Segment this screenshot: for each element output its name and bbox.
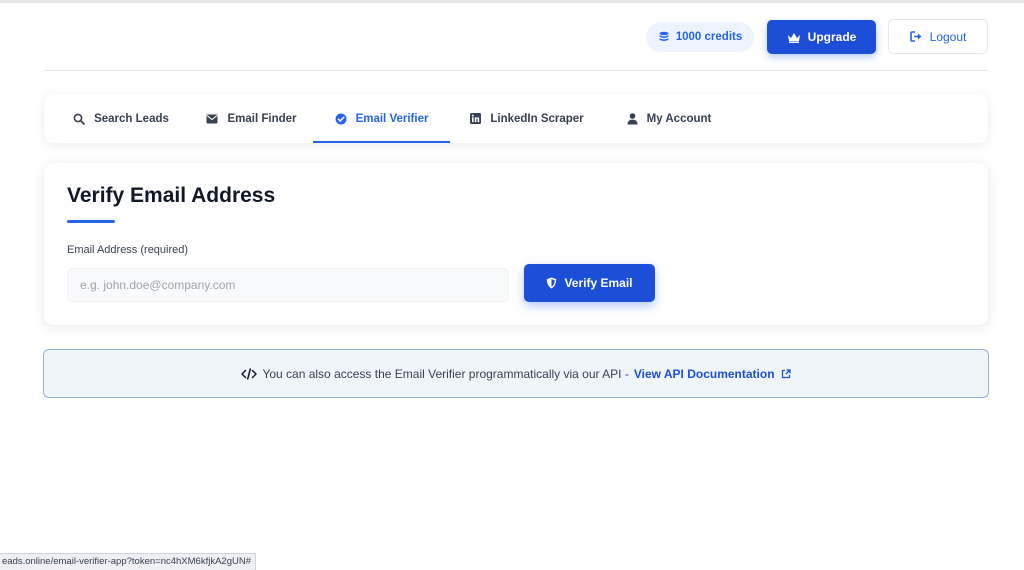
upgrade-label: Upgrade (807, 30, 857, 44)
page-title: Verify Email Address (67, 184, 276, 207)
upgrade-button[interactable]: Upgrade (767, 20, 876, 54)
top-header: 1000 credits Upgrade Logout (44, 18, 988, 56)
credits-badge: 1000 credits (646, 22, 754, 52)
search-icon (73, 113, 85, 125)
logout-icon (909, 31, 922, 42)
api-documentation-link[interactable]: View API Documentation (634, 367, 791, 381)
tab-label: Email Verifier (355, 112, 429, 125)
email-field-label: Email Address (required) (67, 244, 189, 256)
shield-icon (547, 277, 557, 289)
verify-email-card: Verify Email Address Email Address (requ… (44, 163, 988, 325)
check-circle-icon (335, 113, 347, 124)
verify-email-button[interactable]: Verify Email (524, 264, 655, 302)
linkedin-icon (470, 113, 482, 124)
crown-icon (787, 32, 800, 43)
verify-button-label: Verify Email (564, 276, 633, 290)
external-link-icon (781, 368, 791, 378)
logout-button[interactable]: Logout (888, 19, 988, 54)
api-link-label: View API Documentation (633, 366, 775, 381)
tab-label: My Account (646, 112, 712, 125)
logout-label: Logout (929, 29, 967, 44)
tab-label: Email Finder (227, 112, 297, 125)
tab-my-account[interactable]: My Account (612, 94, 726, 143)
tab-email-finder[interactable]: Email Finder (190, 94, 313, 143)
envelope-icon (206, 114, 218, 123)
api-info-banner: You can also access the Email Verifier p… (43, 349, 989, 398)
browser-top-edge (0, 0, 1024, 3)
email-input[interactable] (67, 268, 509, 302)
tab-label: LinkedIn Scraper (490, 112, 584, 125)
tab-search-leads[interactable]: Search Leads (52, 94, 190, 143)
header-divider (44, 70, 988, 71)
tab-email-verifier[interactable]: Email Verifier (313, 94, 450, 143)
tab-linkedin-scraper[interactable]: LinkedIn Scraper (458, 94, 596, 143)
code-icon (241, 367, 258, 380)
tab-label: Search Leads (94, 112, 169, 125)
tab-bar: Search Leads Email Finder Email Verifier… (44, 94, 988, 143)
title-underline (67, 220, 115, 223)
user-icon (627, 112, 638, 124)
status-bar-url: eads.online/email-verifier-app?token=nc4… (0, 553, 256, 570)
api-banner-text: You can also access the Email Verifier p… (262, 366, 629, 381)
coins-icon (659, 31, 669, 41)
credits-label: 1000 credits (675, 31, 743, 43)
